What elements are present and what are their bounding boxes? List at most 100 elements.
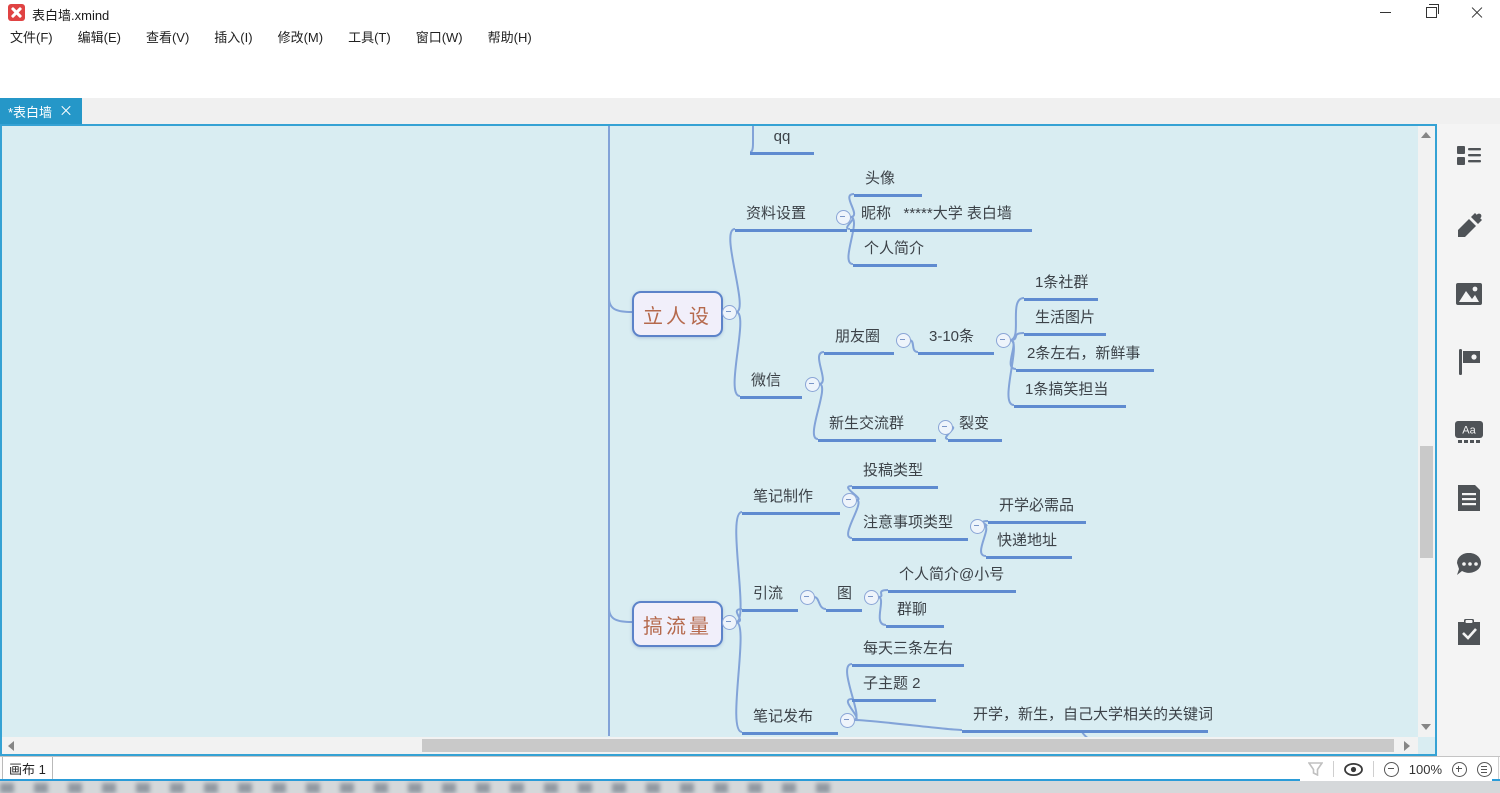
marker-flag-icon (1457, 349, 1481, 375)
topic-submission-type[interactable]: 投稿类型 (852, 462, 938, 489)
topic-three-per-day[interactable]: 每天三条左右 (852, 640, 964, 667)
zoom-in-button[interactable] (1452, 762, 1467, 777)
document-tab-label: *表白墙 (8, 102, 52, 121)
collapse-button[interactable] (864, 590, 879, 605)
collapse-button[interactable] (836, 210, 851, 225)
image-icon (1456, 283, 1482, 305)
task-info-panel-button[interactable] (1455, 618, 1483, 646)
sheet-tab-strip (49, 757, 1499, 781)
menu-help[interactable]: 帮助(H) (488, 27, 532, 46)
topic-subtopic-2[interactable]: 子主题 2 (852, 675, 936, 702)
style-brush-icon (1456, 213, 1482, 239)
topic-delivery-address[interactable]: 快递地址 (986, 532, 1072, 559)
notes-panel-button[interactable] (1455, 484, 1483, 512)
scroll-right-icon[interactable] (1404, 741, 1410, 751)
topic-1-funny[interactable]: 1条搞笑担当 (1014, 381, 1126, 408)
topic-bio[interactable]: 个人简介 (853, 240, 937, 267)
collapse-button[interactable] (722, 305, 737, 320)
document-tab-bar: *表白墙 (0, 98, 1500, 124)
close-icon (1471, 7, 1483, 19)
topic-note-publishing[interactable]: 笔记发布 (742, 708, 838, 735)
status-bar: 画布 1 100% (0, 756, 1500, 781)
marker-panel-button[interactable] (1455, 348, 1483, 376)
topic-profile-setup[interactable]: 资料设置 (735, 205, 847, 232)
toolbar: ••• (0, 48, 1500, 98)
comment-panel-button[interactable] (1455, 552, 1483, 580)
restore-button[interactable] (1408, 0, 1454, 25)
sheet-tab[interactable]: 画布 1 (2, 757, 53, 781)
menu-tools[interactable]: 工具(T) (348, 27, 391, 46)
topic-moments[interactable]: 朋友圈 (824, 328, 894, 355)
topic-avatar[interactable]: 头像 (854, 170, 922, 197)
label-icon: Aa (1455, 421, 1483, 443)
collapse-button[interactable] (996, 333, 1011, 348)
topic-keywords[interactable]: 开学，新生，自己大学相关的关键词 (962, 706, 1208, 733)
collapse-button[interactable] (840, 713, 855, 728)
restore-icon (1426, 7, 1437, 18)
image-panel-button[interactable] (1455, 280, 1483, 308)
menu-bar: 文件(F) 编辑(E) 查看(V) 插入(I) 修改(M) 工具(T) 窗口(W… (0, 25, 1500, 48)
svg-text:Aa: Aa (1462, 425, 1476, 437)
minimize-icon (1380, 12, 1391, 13)
topic-diversion[interactable]: 引流 (742, 585, 798, 612)
minimize-button[interactable] (1362, 0, 1408, 25)
topic-bio-alt-account[interactable]: 个人简介@小号 (888, 566, 1016, 593)
menu-edit[interactable]: 编辑(E) (78, 27, 121, 46)
topic-note-making[interactable]: 笔记制作 (742, 488, 840, 515)
topic-qq[interactable]: qq (750, 128, 814, 155)
horizontal-scrollbar[interactable] (2, 737, 1418, 754)
scroll-left-icon[interactable] (8, 741, 14, 751)
close-button[interactable] (1454, 0, 1500, 25)
menu-insert[interactable]: 插入(I) (214, 27, 252, 46)
topic-3-10-posts[interactable]: 3-10条 (918, 328, 994, 355)
collapse-button[interactable] (800, 590, 815, 605)
filter-icon[interactable] (1308, 762, 1323, 776)
background-sliver (0, 781, 1500, 793)
notes-icon (1457, 485, 1481, 511)
vertical-scrollbar-thumb[interactable] (1420, 446, 1433, 558)
scroll-down-icon[interactable] (1421, 724, 1431, 730)
tab-close-icon[interactable] (61, 106, 71, 116)
task-clipboard-icon (1457, 619, 1481, 645)
topic-structure-panel-button[interactable] (1455, 142, 1483, 170)
zoom-fit-button[interactable] (1477, 762, 1492, 777)
collapse-button[interactable] (896, 333, 911, 348)
topic-group-chat[interactable]: 群聊 (886, 601, 944, 628)
collapse-button[interactable] (970, 519, 985, 534)
show-hide-eye-icon[interactable] (1344, 763, 1363, 776)
topic-freshman-group[interactable]: 新生交流群 (818, 415, 936, 442)
topic-life-photos[interactable]: 生活图片 (1024, 309, 1106, 336)
collapse-button[interactable] (805, 377, 820, 392)
topic-traffic[interactable]: 搞流量 (632, 601, 723, 647)
collapse-button[interactable] (842, 493, 857, 508)
label-panel-button[interactable]: Aa (1455, 418, 1483, 446)
topic-fission[interactable]: 裂变 (948, 415, 1002, 442)
horizontal-scrollbar-thumb[interactable] (422, 739, 1394, 752)
mindmap-connectors (2, 126, 1435, 754)
menu-file[interactable]: 文件(F) (10, 27, 53, 46)
status-divider (1373, 761, 1374, 777)
topic-wechat[interactable]: 微信 (740, 372, 802, 399)
topic-1-community[interactable]: 1条社群 (1024, 274, 1098, 301)
xmind-window: 表白墙.xmind 文件(F) 编辑(E) 查看(V) 插入(I) 修改(M) … (0, 0, 1500, 793)
topic-2-news[interactable]: 2条左右，新鲜事 (1016, 345, 1154, 372)
topic-persona[interactable]: 立人设 (632, 291, 723, 337)
topic-image[interactable]: 图 (826, 585, 862, 612)
vertical-scrollbar[interactable] (1418, 126, 1435, 737)
menu-window[interactable]: 窗口(W) (416, 27, 463, 46)
document-tab[interactable]: *表白墙 (0, 98, 82, 124)
style-panel-button[interactable] (1455, 212, 1483, 240)
scroll-up-icon[interactable] (1421, 132, 1431, 138)
mindmap-canvas[interactable]: qq 资料设置 头像 昵称 *****大学 表白墙 个人简介 立人设 微信 朋友… (0, 124, 1437, 756)
right-sidebar: Aa (1437, 124, 1500, 756)
status-divider (1333, 761, 1334, 777)
zoom-out-button[interactable] (1384, 762, 1399, 777)
xmind-logo-icon (8, 4, 25, 21)
menu-view[interactable]: 查看(V) (146, 27, 189, 46)
topic-notice-type[interactable]: 注意事项类型 (852, 514, 968, 541)
menu-modify[interactable]: 修改(M) (278, 27, 324, 46)
collapse-button[interactable] (722, 615, 737, 630)
topic-nickname[interactable]: 昵称 *****大学 表白墙 (850, 205, 1032, 232)
collapse-button[interactable] (938, 420, 953, 435)
topic-school-essentials[interactable]: 开学必需品 (988, 497, 1086, 524)
